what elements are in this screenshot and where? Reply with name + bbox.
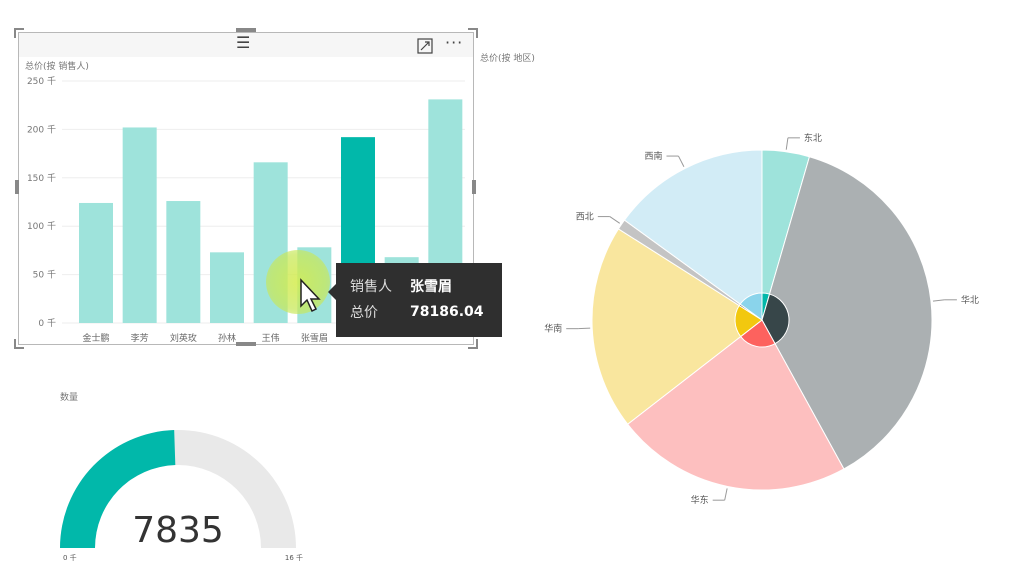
pie-label: 华东 [691, 494, 709, 506]
pie-chart-plot[interactable]: 东北华北华东 华南 西北 西南 [520, 110, 1000, 530]
tooltip-key-total: 总价 [350, 305, 378, 321]
bar[interactable] [210, 252, 244, 323]
pie-label: 西南 [644, 150, 662, 162]
tooltip-key-salesperson: 销售人 [350, 279, 392, 295]
x-tick-label: 金士鹏 [82, 332, 109, 344]
bar-tooltip: 销售人 张雪眉 总价 78186.04 [328, 263, 502, 337]
x-tick-label: 刘英玫 [170, 332, 197, 344]
pie-label: 华南 [544, 323, 562, 335]
x-tick-label: 张雪眉 [301, 333, 328, 344]
tooltip-value-salesperson: 张雪眉 [410, 279, 452, 295]
y-tick-label: 0 千 [38, 318, 56, 329]
pie-leader-line [724, 488, 728, 501]
pie-leader-line [678, 155, 685, 167]
x-tick-label: 王伟 [262, 332, 280, 344]
y-tick-label: 50 千 [33, 270, 56, 281]
gauge-title: 数量 [60, 393, 79, 403]
pie-leader-line [785, 137, 789, 150]
pie-label: 东北 [804, 132, 822, 144]
gauge-value: 7835 [132, 510, 224, 551]
bar[interactable] [122, 127, 157, 324]
gauge-min-label: 0 千 [63, 553, 77, 562]
x-tick-label: 孙林 [218, 332, 236, 344]
y-tick-label: 100 千 [27, 221, 56, 232]
bar[interactable] [79, 202, 113, 323]
pie-leader-line [578, 327, 591, 330]
pie-label: 西北 [576, 212, 594, 223]
pie-leader-line [609, 216, 621, 224]
x-tick-label: 李芳 [131, 332, 149, 344]
gauge-chart[interactable]: 7835 0 千 16 千 [40, 415, 320, 563]
pie-chart-title: 总价(按 地区) [480, 54, 535, 64]
gauge-max-label: 16 千 [285, 553, 303, 562]
mouse-pointer-icon [300, 278, 321, 313]
tooltip-arrow [328, 284, 336, 300]
tooltip-value-total: 78186.04 [410, 304, 484, 320]
y-tick-label: 250 千 [27, 76, 56, 87]
y-tick-label: 150 千 [27, 173, 56, 184]
pie-leader-line [932, 299, 945, 302]
bar[interactable] [166, 201, 201, 323]
y-tick-label: 200 千 [27, 124, 56, 135]
pie-label: 华北 [961, 294, 979, 306]
